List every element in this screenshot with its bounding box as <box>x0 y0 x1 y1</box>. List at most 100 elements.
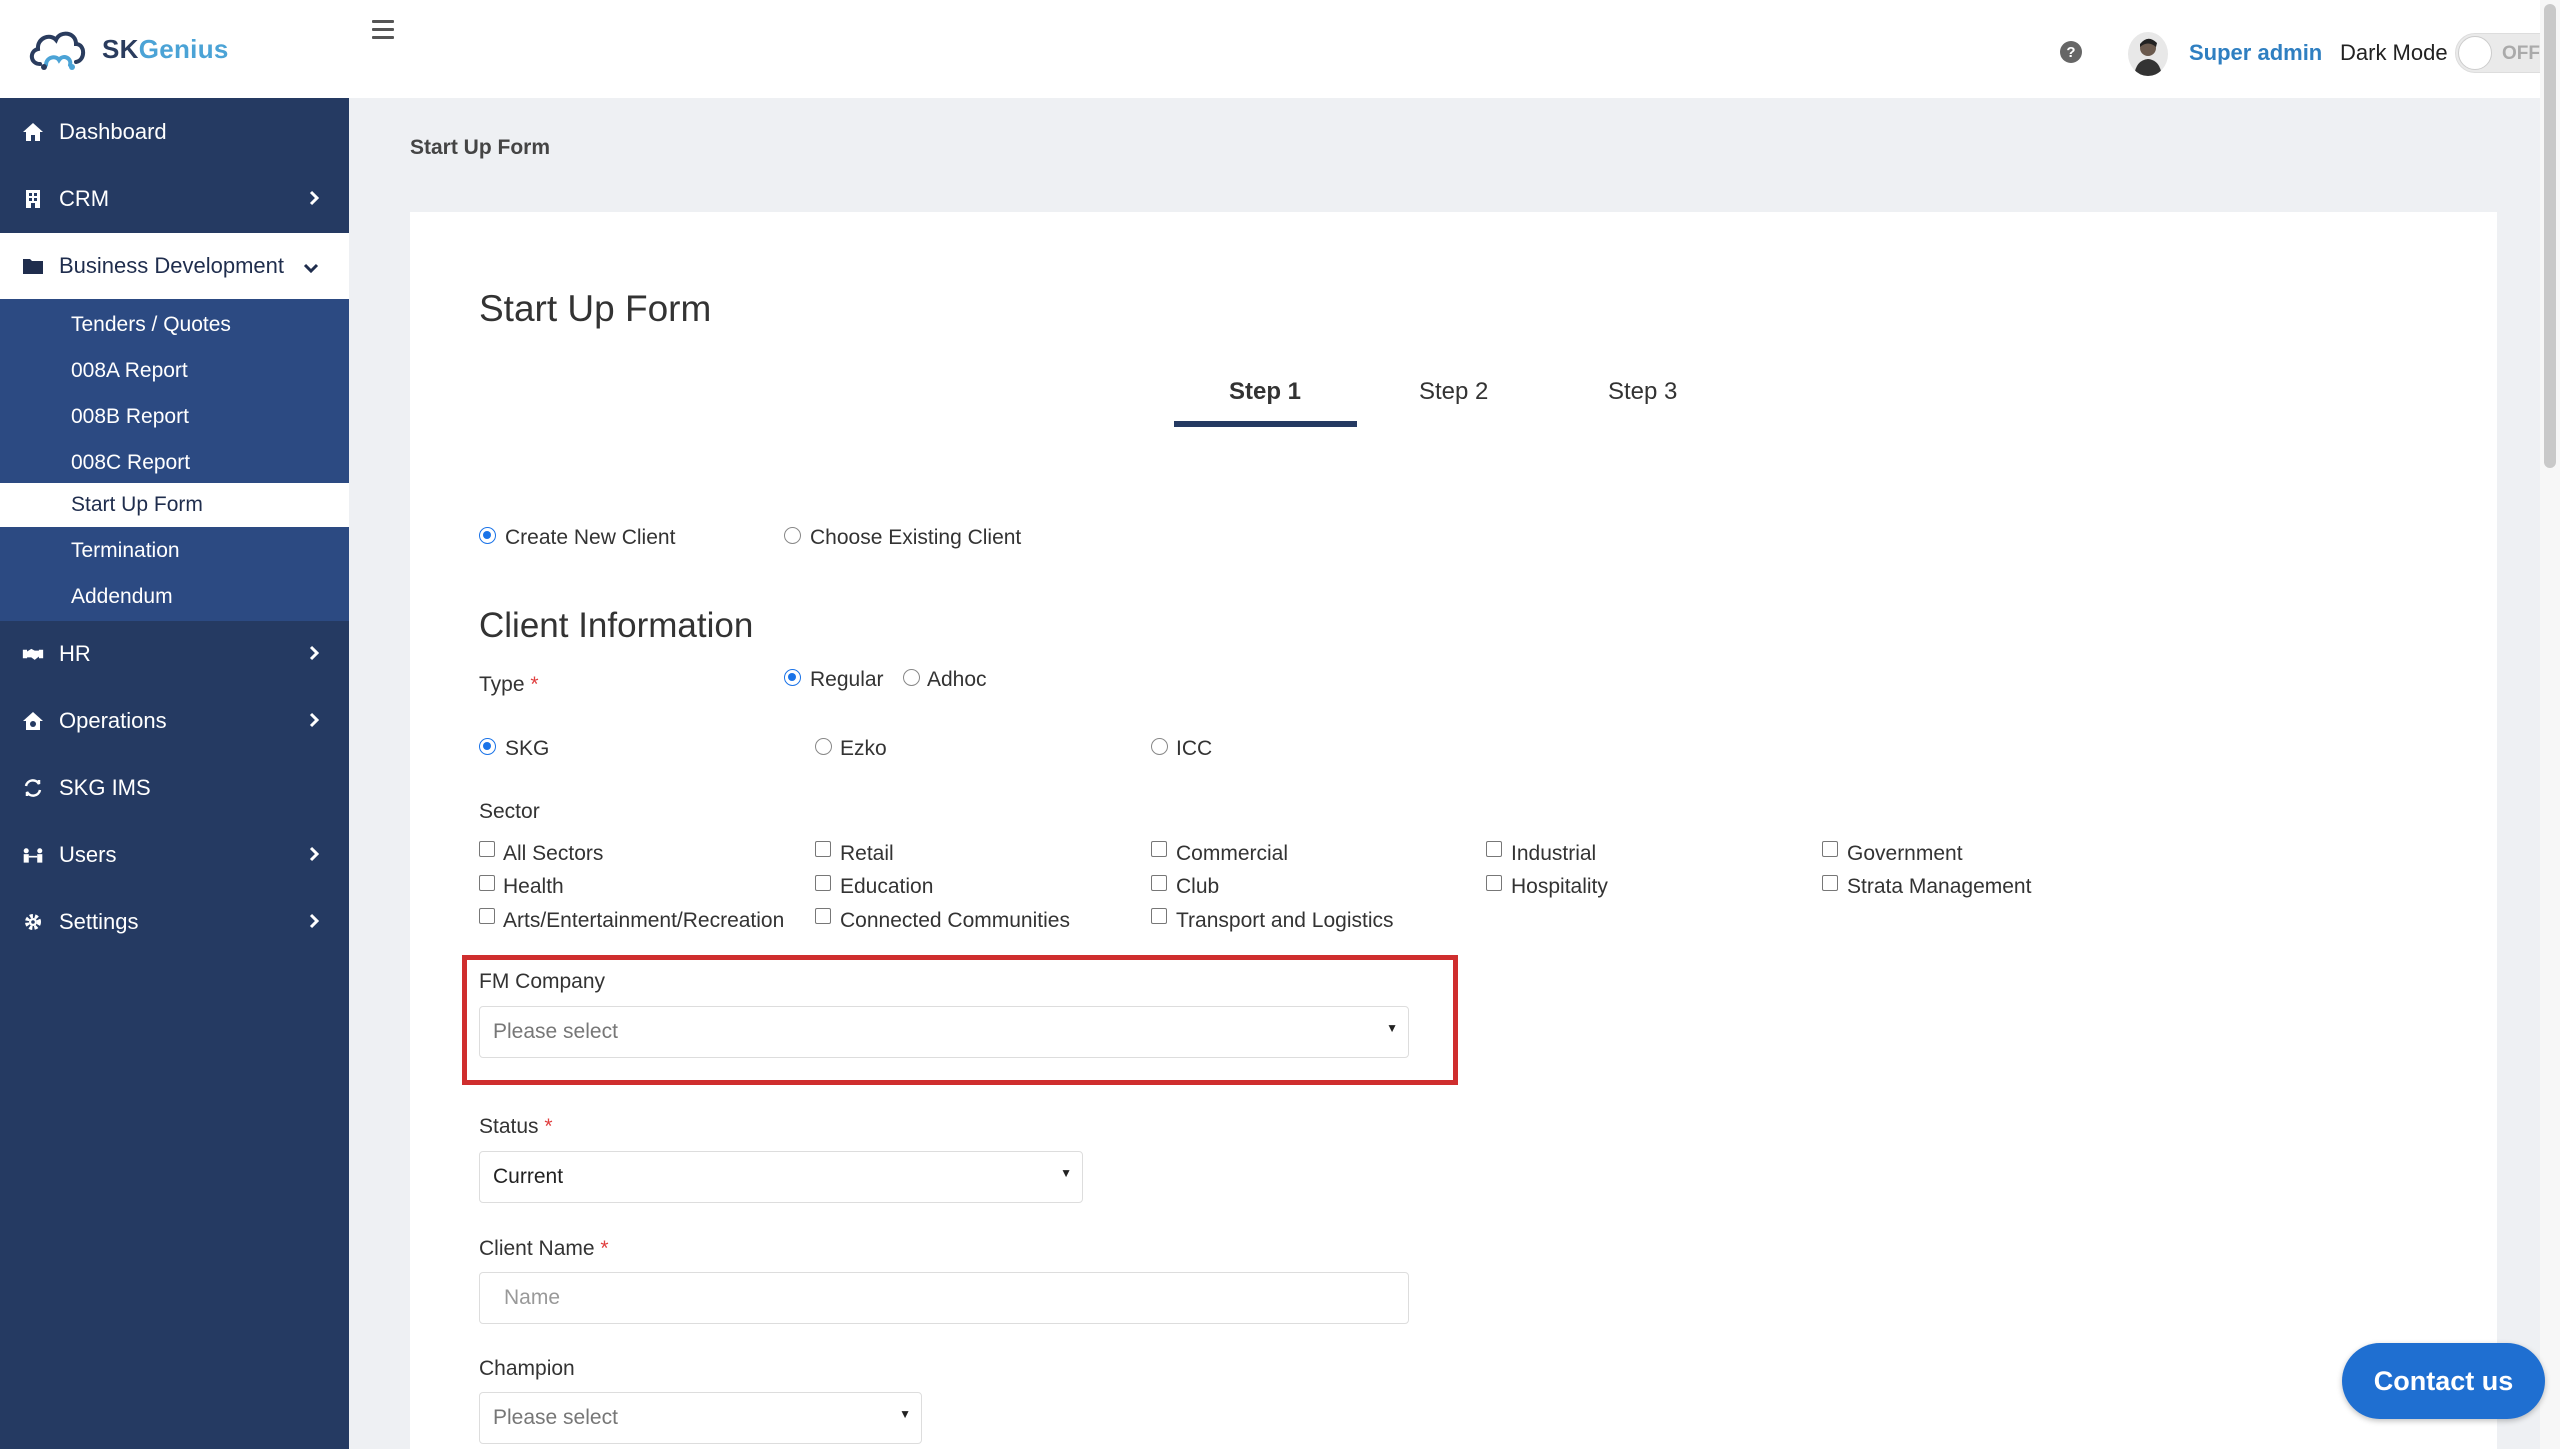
sync-icon <box>22 777 44 799</box>
active-step-indicator <box>1174 421 1357 427</box>
submenu-item-008b-report[interactable]: 008B Report <box>0 395 349 439</box>
sector-all-sectors-checkbox[interactable] <box>479 841 495 857</box>
house-gear-icon <box>22 710 44 732</box>
dark-mode-label: Dark Mode <box>2340 40 2448 65</box>
caret-down-icon: ▼ <box>899 1407 911 1421</box>
company-ezko-label[interactable]: Ezko <box>840 737 887 761</box>
sector-health-checkbox[interactable] <box>479 875 495 891</box>
submenu-item-tenders-quotes[interactable]: Tenders / Quotes <box>0 303 349 347</box>
sector-strata-management-checkbox[interactable] <box>1822 875 1838 891</box>
submenu-item-termination[interactable]: Termination <box>0 529 349 573</box>
business-development-submenu: Tenders / Quotes 008A Report 008B Report… <box>0 299 349 621</box>
create-new-client-label[interactable]: Create New Client <box>505 526 675 550</box>
tab-step-1[interactable]: Step 1 <box>1229 378 1301 406</box>
company-icc-radio[interactable] <box>1151 738 1168 755</box>
hamburger-menu-icon[interactable] <box>372 20 394 40</box>
sector-club-checkbox[interactable] <box>1151 875 1167 891</box>
sector-option-label[interactable]: Club <box>1176 875 1219 899</box>
submenu-item-008c-report[interactable]: 008C Report <box>0 441 349 485</box>
choose-existing-client-label[interactable]: Choose Existing Client <box>810 526 1021 550</box>
sector-option-label[interactable]: Strata Management <box>1847 875 2031 899</box>
toggle-state-text: OFF <box>2502 43 2540 64</box>
sector-arts-entertainment-recreation-checkbox[interactable] <box>479 908 495 924</box>
sector-connected-communities-checkbox[interactable] <box>815 908 831 924</box>
sidebar-item-dashboard[interactable]: Dashboard <box>0 99 349 165</box>
tab-step-3[interactable]: Step 3 <box>1608 378 1677 406</box>
client-name-input[interactable]: Name <box>479 1272 1409 1324</box>
sector-industrial-checkbox[interactable] <box>1486 841 1502 857</box>
tab-step-2[interactable]: Step 2 <box>1419 378 1488 406</box>
logo[interactable]: SKGenius <box>0 0 349 98</box>
sector-retail-checkbox[interactable] <box>815 841 831 857</box>
chevron-right-icon <box>309 842 320 868</box>
handshake-icon <box>22 643 44 665</box>
caret-down-icon: ▼ <box>1060 1166 1072 1180</box>
sector-government-checkbox[interactable] <box>1822 841 1838 857</box>
champion-select[interactable]: Please select ▼ <box>479 1392 922 1444</box>
sector-option-label[interactable]: Government <box>1847 842 1963 866</box>
toggle-knob <box>2458 36 2492 70</box>
sector-option-label[interactable]: Hospitality <box>1511 875 1608 899</box>
contact-us-button[interactable]: Contact us <box>2342 1343 2545 1419</box>
submenu-item-start-up-form[interactable]: Start Up Form <box>0 483 349 527</box>
chevron-down-icon <box>303 253 319 279</box>
status-select[interactable]: Current ▼ <box>479 1151 1083 1203</box>
gear-icon <box>22 911 44 933</box>
status-label: Status * <box>479 1115 553 1138</box>
sector-option-label[interactable]: Retail <box>840 842 894 866</box>
company-skg-label[interactable]: SKG <box>505 737 549 761</box>
folder-icon <box>22 255 44 277</box>
fm-company-select[interactable]: Please select ▼ <box>479 1006 1409 1058</box>
sidebar-item-business-development[interactable]: Business Development <box>0 233 349 299</box>
type-regular-label[interactable]: Regular <box>810 668 884 692</box>
sector-education-checkbox[interactable] <box>815 875 831 891</box>
sidebar-item-label: CRM <box>59 186 110 211</box>
chevron-right-icon <box>309 708 320 734</box>
home-icon <box>22 121 44 143</box>
sector-option-label[interactable]: Transport and Logistics <box>1176 909 1394 933</box>
client-information-heading: Client Information <box>479 606 754 645</box>
sidebar-item-label: SKG IMS <box>59 775 151 800</box>
sector-option-label[interactable]: Arts/Entertainment/Recreation <box>503 909 784 933</box>
submenu-item-008a-report[interactable]: 008A Report <box>0 349 349 393</box>
submenu-item-addendum[interactable]: Addendum <box>0 575 349 619</box>
user-name[interactable]: Super admin <box>2189 40 2322 66</box>
sector-option-label[interactable]: Education <box>840 875 933 899</box>
sector-option-label[interactable]: Industrial <box>1511 842 1596 866</box>
sidebar-item-users[interactable]: Users <box>0 822 349 888</box>
sidebar-item-crm[interactable]: CRM <box>0 166 349 232</box>
type-adhoc-label[interactable]: Adhoc <box>927 668 987 692</box>
choose-existing-client-radio[interactable] <box>784 527 801 544</box>
sidebar-item-skg-ims[interactable]: SKG IMS <box>0 755 349 821</box>
company-skg-radio[interactable] <box>479 738 496 755</box>
sector-option-label[interactable]: Health <box>503 875 564 899</box>
help-icon[interactable]: ? <box>2060 41 2082 63</box>
sector-option-label[interactable]: Commercial <box>1176 842 1288 866</box>
chevron-right-icon <box>309 186 320 212</box>
scrollbar-thumb[interactable] <box>2544 4 2556 468</box>
type-regular-radio[interactable] <box>784 669 801 686</box>
champion-label: Champion <box>479 1357 575 1380</box>
building-icon <box>22 188 44 210</box>
sidebar-item-settings[interactable]: Settings <box>0 889 349 955</box>
champion-value: Please select <box>493 1406 618 1429</box>
sidebar-item-hr[interactable]: HR <box>0 621 349 687</box>
sector-label: Sector <box>479 800 540 823</box>
fm-company-label: FM Company <box>479 970 606 993</box>
sidebar-item-label: Operations <box>59 708 167 733</box>
sector-commercial-checkbox[interactable] <box>1151 841 1167 857</box>
sidebar-item-label: Settings <box>59 909 139 934</box>
sector-option-label[interactable]: Connected Communities <box>840 909 1070 933</box>
sidebar-item-operations[interactable]: Operations <box>0 688 349 754</box>
type-adhoc-radio[interactable] <box>903 669 920 686</box>
sector-option-label[interactable]: All Sectors <box>503 842 603 866</box>
type-label: Type * <box>479 673 539 696</box>
company-ezko-radio[interactable] <box>815 738 832 755</box>
sector-hospitality-checkbox[interactable] <box>1486 875 1502 891</box>
create-new-client-radio[interactable] <box>479 527 496 544</box>
sidebar: SKGenius Dashboard CRM Business Developm… <box>0 0 349 1449</box>
avatar[interactable] <box>2128 32 2168 76</box>
client-name-label: Client Name * <box>479 1237 609 1260</box>
sector-transport-logistics-checkbox[interactable] <box>1151 908 1167 924</box>
company-icc-label[interactable]: ICC <box>1176 737 1212 761</box>
